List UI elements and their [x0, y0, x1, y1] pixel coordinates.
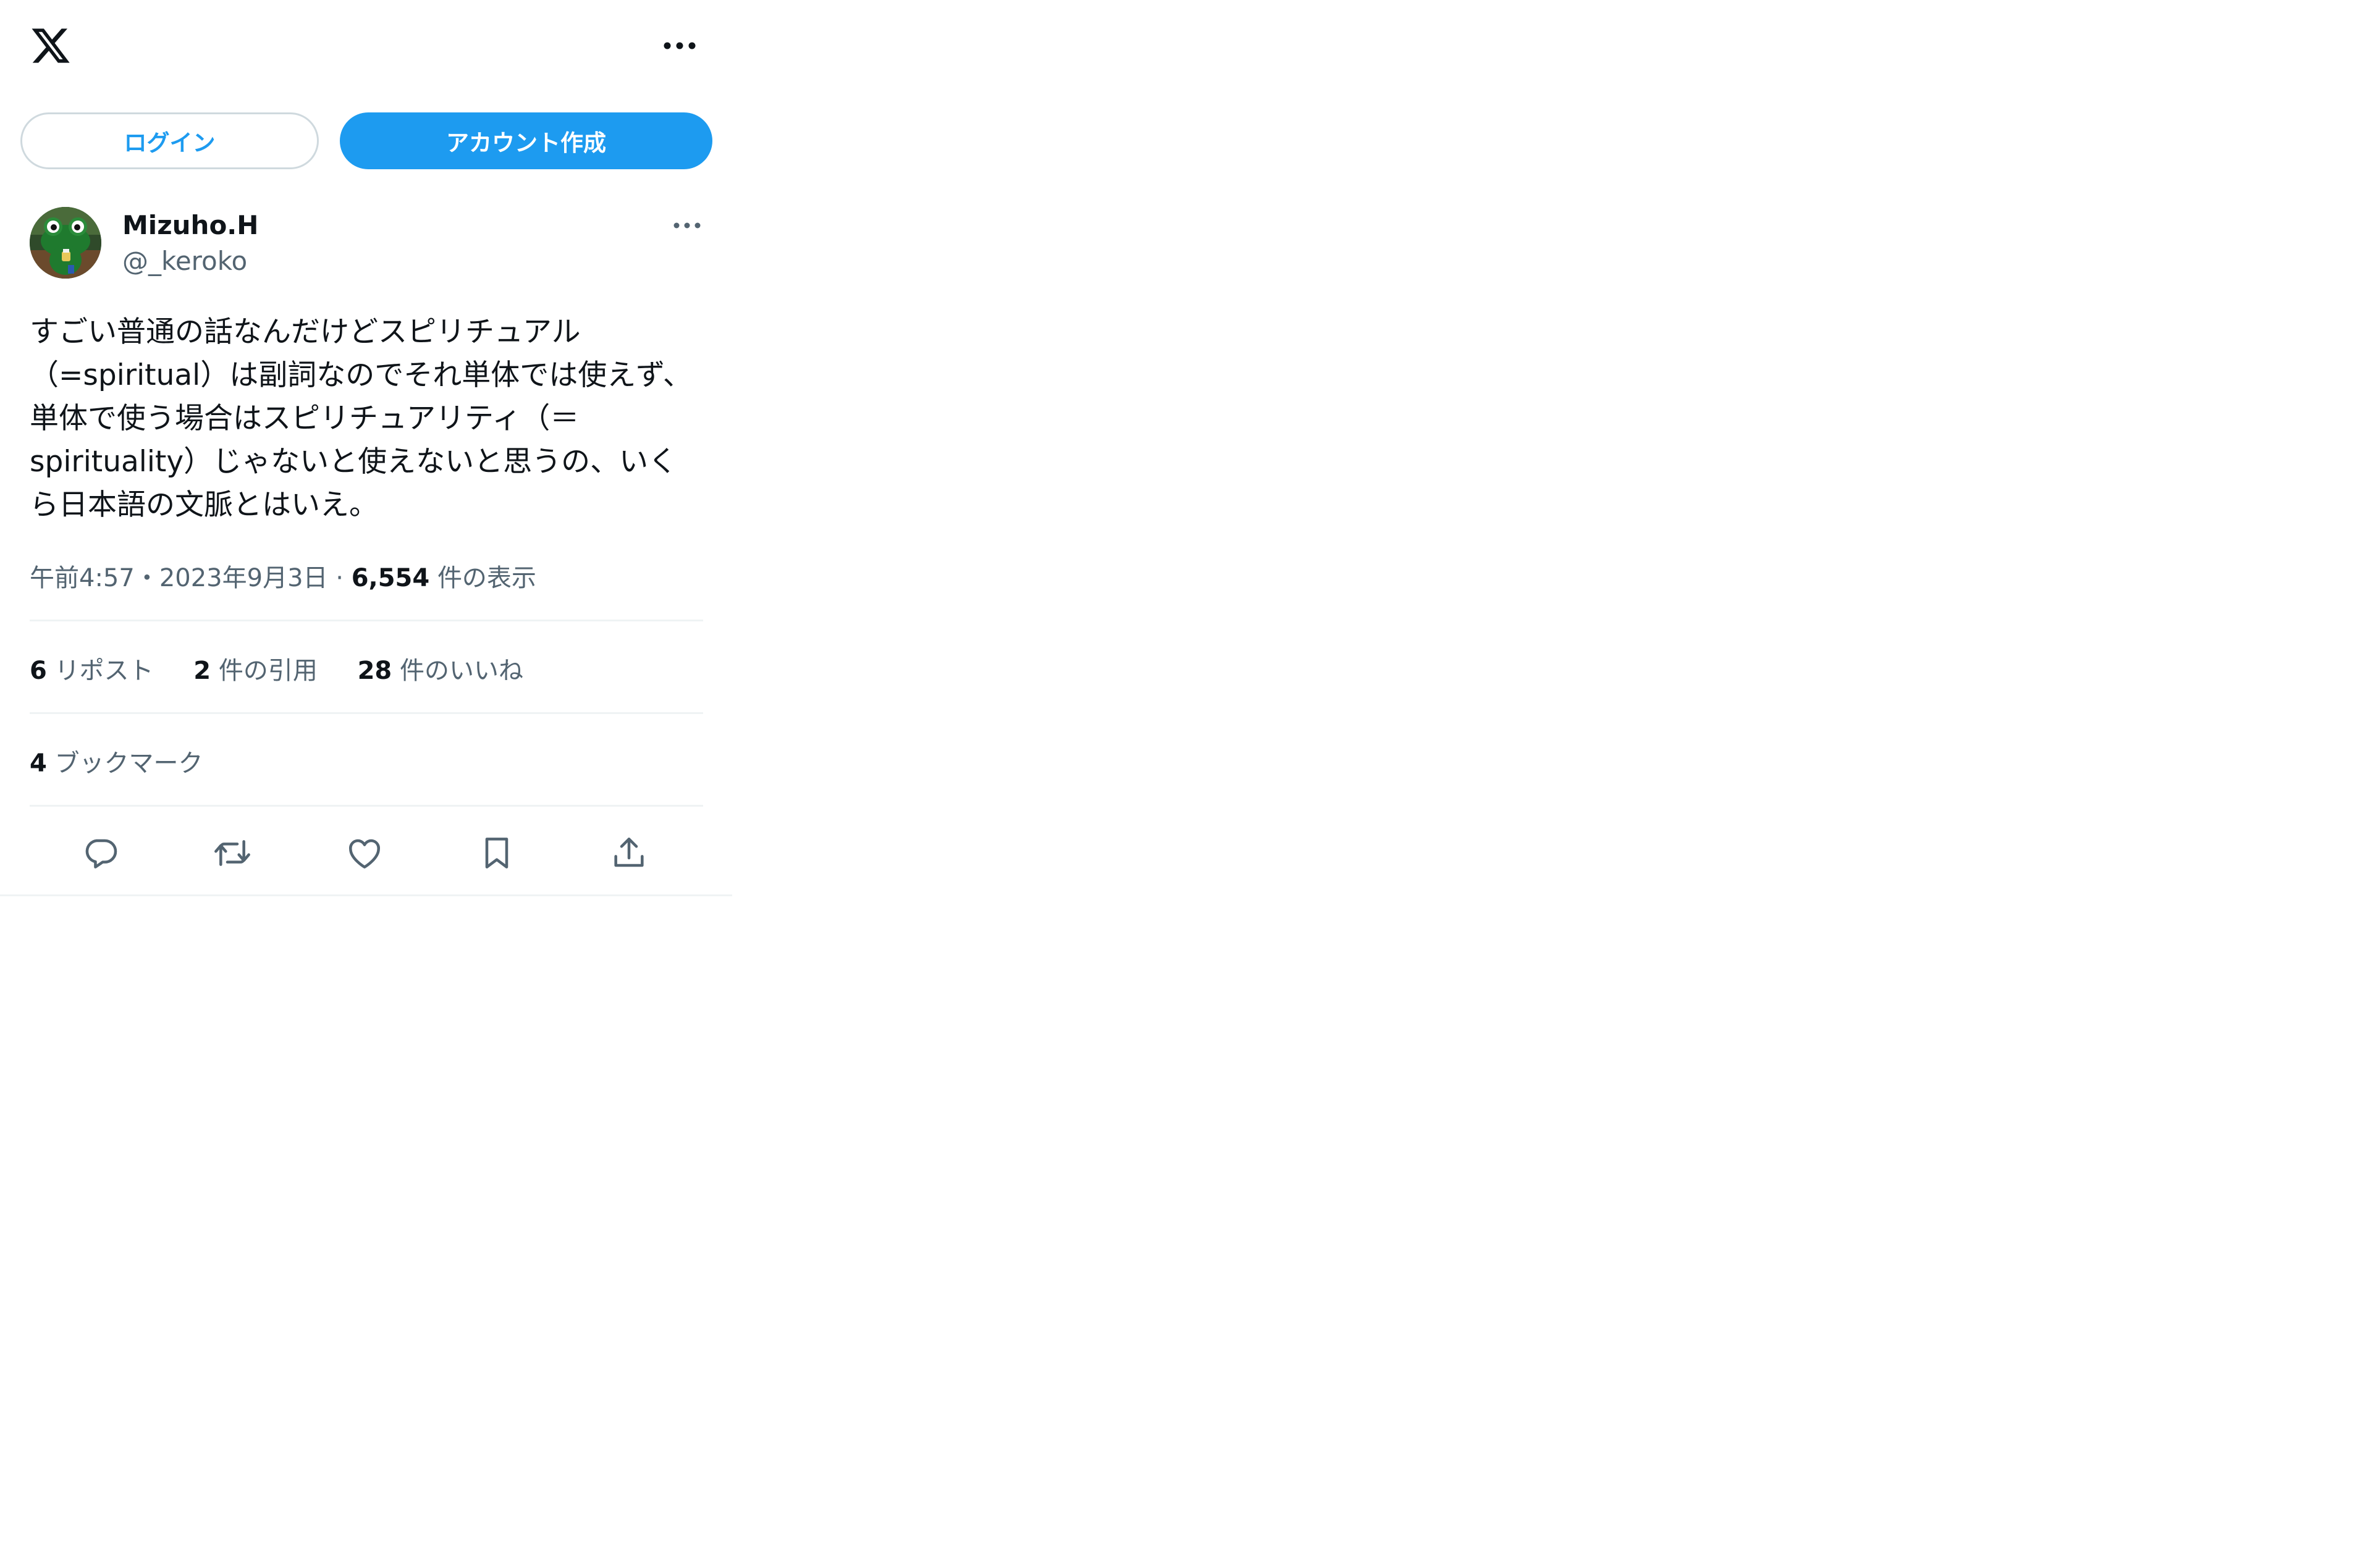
- tweet-time[interactable]: 午前4:57: [30, 564, 135, 592]
- meta-dot: ·: [335, 564, 344, 592]
- likes-count: 28: [357, 657, 392, 685]
- quotes-count: 2: [193, 657, 211, 685]
- reposts-label: リポスト: [54, 657, 154, 685]
- bookmarks-label: ブックマーク: [54, 749, 203, 778]
- bookmarks-row: 4 ブックマーク: [30, 743, 235, 779]
- bookmark-icon[interactable]: [477, 833, 517, 873]
- divider: [30, 805, 703, 807]
- avatar[interactable]: [30, 207, 101, 279]
- x-logo-icon[interactable]: [30, 25, 72, 67]
- share-icon[interactable]: [609, 833, 649, 873]
- likes-label: 件のいいね: [399, 657, 523, 685]
- tweet-text-line: spirituality）じゃないと使えないと思うの、いく: [30, 445, 678, 479]
- meta-separator: ・: [134, 564, 159, 592]
- tweet-actions: [30, 825, 703, 880]
- frog-avatar-image: [30, 207, 101, 279]
- tweet-more-icon[interactable]: [672, 219, 702, 232]
- reposts-stat[interactable]: 6 リポスト: [30, 650, 154, 686]
- author-handle[interactable]: @_keroko: [122, 246, 247, 276]
- divider: [30, 712, 703, 714]
- create-account-button[interactable]: アカウント作成: [340, 112, 712, 169]
- repost-icon[interactable]: [213, 833, 252, 873]
- top-bar: [0, 0, 732, 93]
- tweet-text-line: （=spiritual）は副詞なのでそれ単体では使えず、: [30, 358, 692, 392]
- reply-icon[interactable]: [81, 833, 120, 873]
- views-label: 件の表示: [437, 564, 536, 592]
- tweet-meta: 午前4:57・2023年9月3日 · 6,554 件の表示: [30, 558, 536, 594]
- more-horizontal-icon[interactable]: [662, 38, 697, 53]
- engagement-stats: 6 リポスト 2 件の引用 28 件のいいね: [30, 650, 555, 686]
- divider: [30, 620, 703, 621]
- login-button[interactable]: ログイン: [20, 112, 319, 169]
- tweet-column: ログイン アカウント作成 Mizuho.H @_keroko すごい普通の話なん…: [0, 0, 732, 896]
- views-count: 6,554: [351, 564, 430, 592]
- bookmarks-stat[interactable]: 4 ブックマーク: [30, 743, 203, 779]
- tweet-text: すごい普通の話なんだけどスピリチュアル （=spiritual）は副詞なのでそれ…: [30, 311, 709, 527]
- tweet-text-line: ら日本語の文脈とはいえ。: [30, 488, 378, 522]
- author-name[interactable]: Mizuho.H: [122, 210, 258, 240]
- likes-stat[interactable]: 28 件のいいね: [358, 650, 523, 686]
- quotes-label: 件の引用: [218, 657, 318, 685]
- tweet-date[interactable]: 2023年9月3日: [159, 564, 328, 592]
- quotes-stat[interactable]: 2 件の引用: [193, 650, 318, 686]
- tweet-text-line: 単体で使う場合はスピリチュアリティ（＝: [30, 402, 580, 435]
- like-icon[interactable]: [345, 833, 384, 873]
- bookmarks-count: 4: [30, 749, 47, 778]
- tweet-text-line: すごい普通の話なんだけどスピリチュアル: [30, 315, 581, 349]
- reposts-count: 6: [30, 657, 47, 685]
